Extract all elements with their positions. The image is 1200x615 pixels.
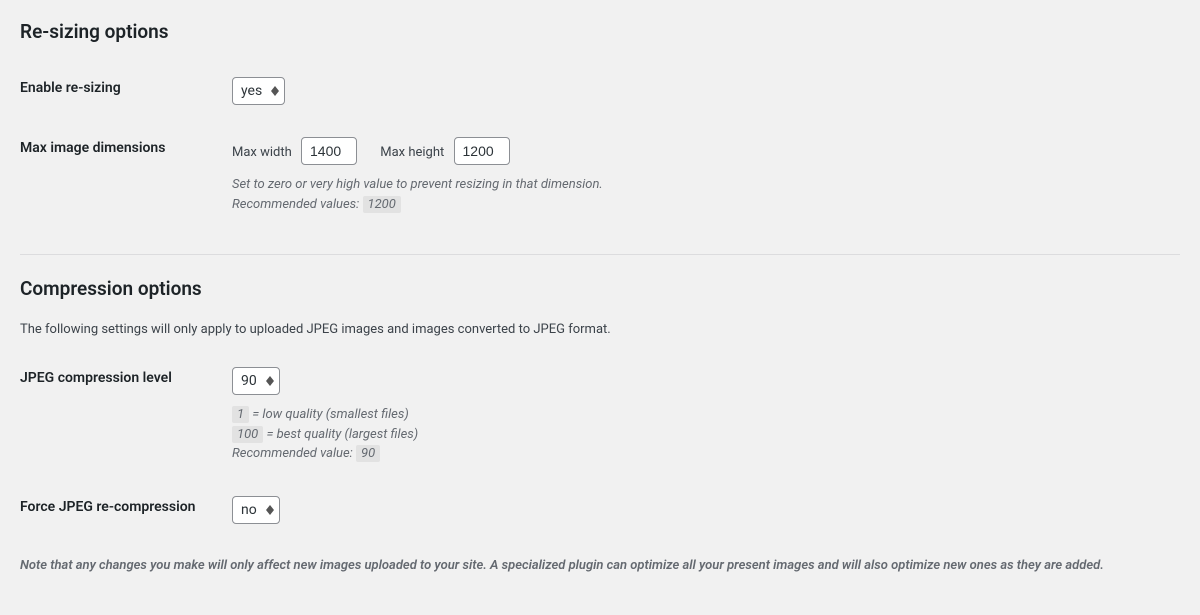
jpeg-low-code: 1 bbox=[232, 406, 249, 423]
max-height-input[interactable] bbox=[454, 137, 510, 165]
compression-intro: The following settings will only apply t… bbox=[20, 322, 1180, 337]
jpeg-level-value: 90 bbox=[241, 373, 257, 389]
max-width-input[interactable] bbox=[301, 137, 357, 165]
jpeg-high-text: = best quality (largest files) bbox=[263, 427, 418, 442]
compression-note: Note that any changes you make will only… bbox=[20, 556, 1180, 576]
enable-resizing-select[interactable]: yes bbox=[232, 77, 285, 105]
max-height-label: Max height bbox=[380, 145, 444, 160]
force-recompress-select[interactable]: no bbox=[232, 496, 280, 524]
jpeg-recommended-value: 90 bbox=[356, 445, 380, 462]
resizing-form-table: Enable re-sizing yes Max image dimension… bbox=[20, 65, 1180, 234]
jpeg-high-code: 100 bbox=[232, 426, 263, 443]
jpeg-level-label: JPEG compression level bbox=[20, 355, 232, 484]
select-arrows-icon bbox=[266, 505, 274, 515]
dimensions-recommended-value: 1200 bbox=[363, 196, 401, 213]
jpeg-level-select[interactable]: 90 bbox=[232, 367, 280, 395]
select-arrows-icon bbox=[266, 376, 274, 386]
jpeg-level-description: 1 = low quality (smallest files) 100 = b… bbox=[232, 405, 1170, 464]
jpeg-low-text: = low quality (smallest files) bbox=[249, 407, 409, 422]
force-recompress-label: Force JPEG re-compression bbox=[20, 484, 232, 544]
resizing-heading: Re-sizing options bbox=[20, 20, 1180, 43]
resizing-options-section: Re-sizing options Enable re-sizing yes M… bbox=[20, 20, 1180, 234]
enable-resizing-label: Enable re-sizing bbox=[20, 65, 232, 125]
compression-options-section: Compression options The following settin… bbox=[20, 277, 1180, 575]
jpeg-recommended-label: Recommended value: bbox=[232, 446, 356, 461]
compression-heading: Compression options bbox=[20, 277, 1180, 300]
max-dimensions-label: Max image dimensions bbox=[20, 125, 232, 234]
enable-resizing-value: yes bbox=[241, 83, 262, 99]
max-width-label: Max width bbox=[232, 145, 292, 160]
max-dimensions-description: Set to zero or very high value to preven… bbox=[232, 175, 1170, 214]
dimensions-recommended-label: Recommended values: bbox=[232, 197, 363, 212]
dimensions-desc-line1: Set to zero or very high value to preven… bbox=[232, 175, 1170, 195]
force-recompress-value: no bbox=[241, 502, 257, 518]
section-divider bbox=[20, 254, 1180, 255]
compression-form-table: JPEG compression level 90 1 = low qualit… bbox=[20, 355, 1180, 544]
select-arrows-icon bbox=[271, 86, 279, 96]
